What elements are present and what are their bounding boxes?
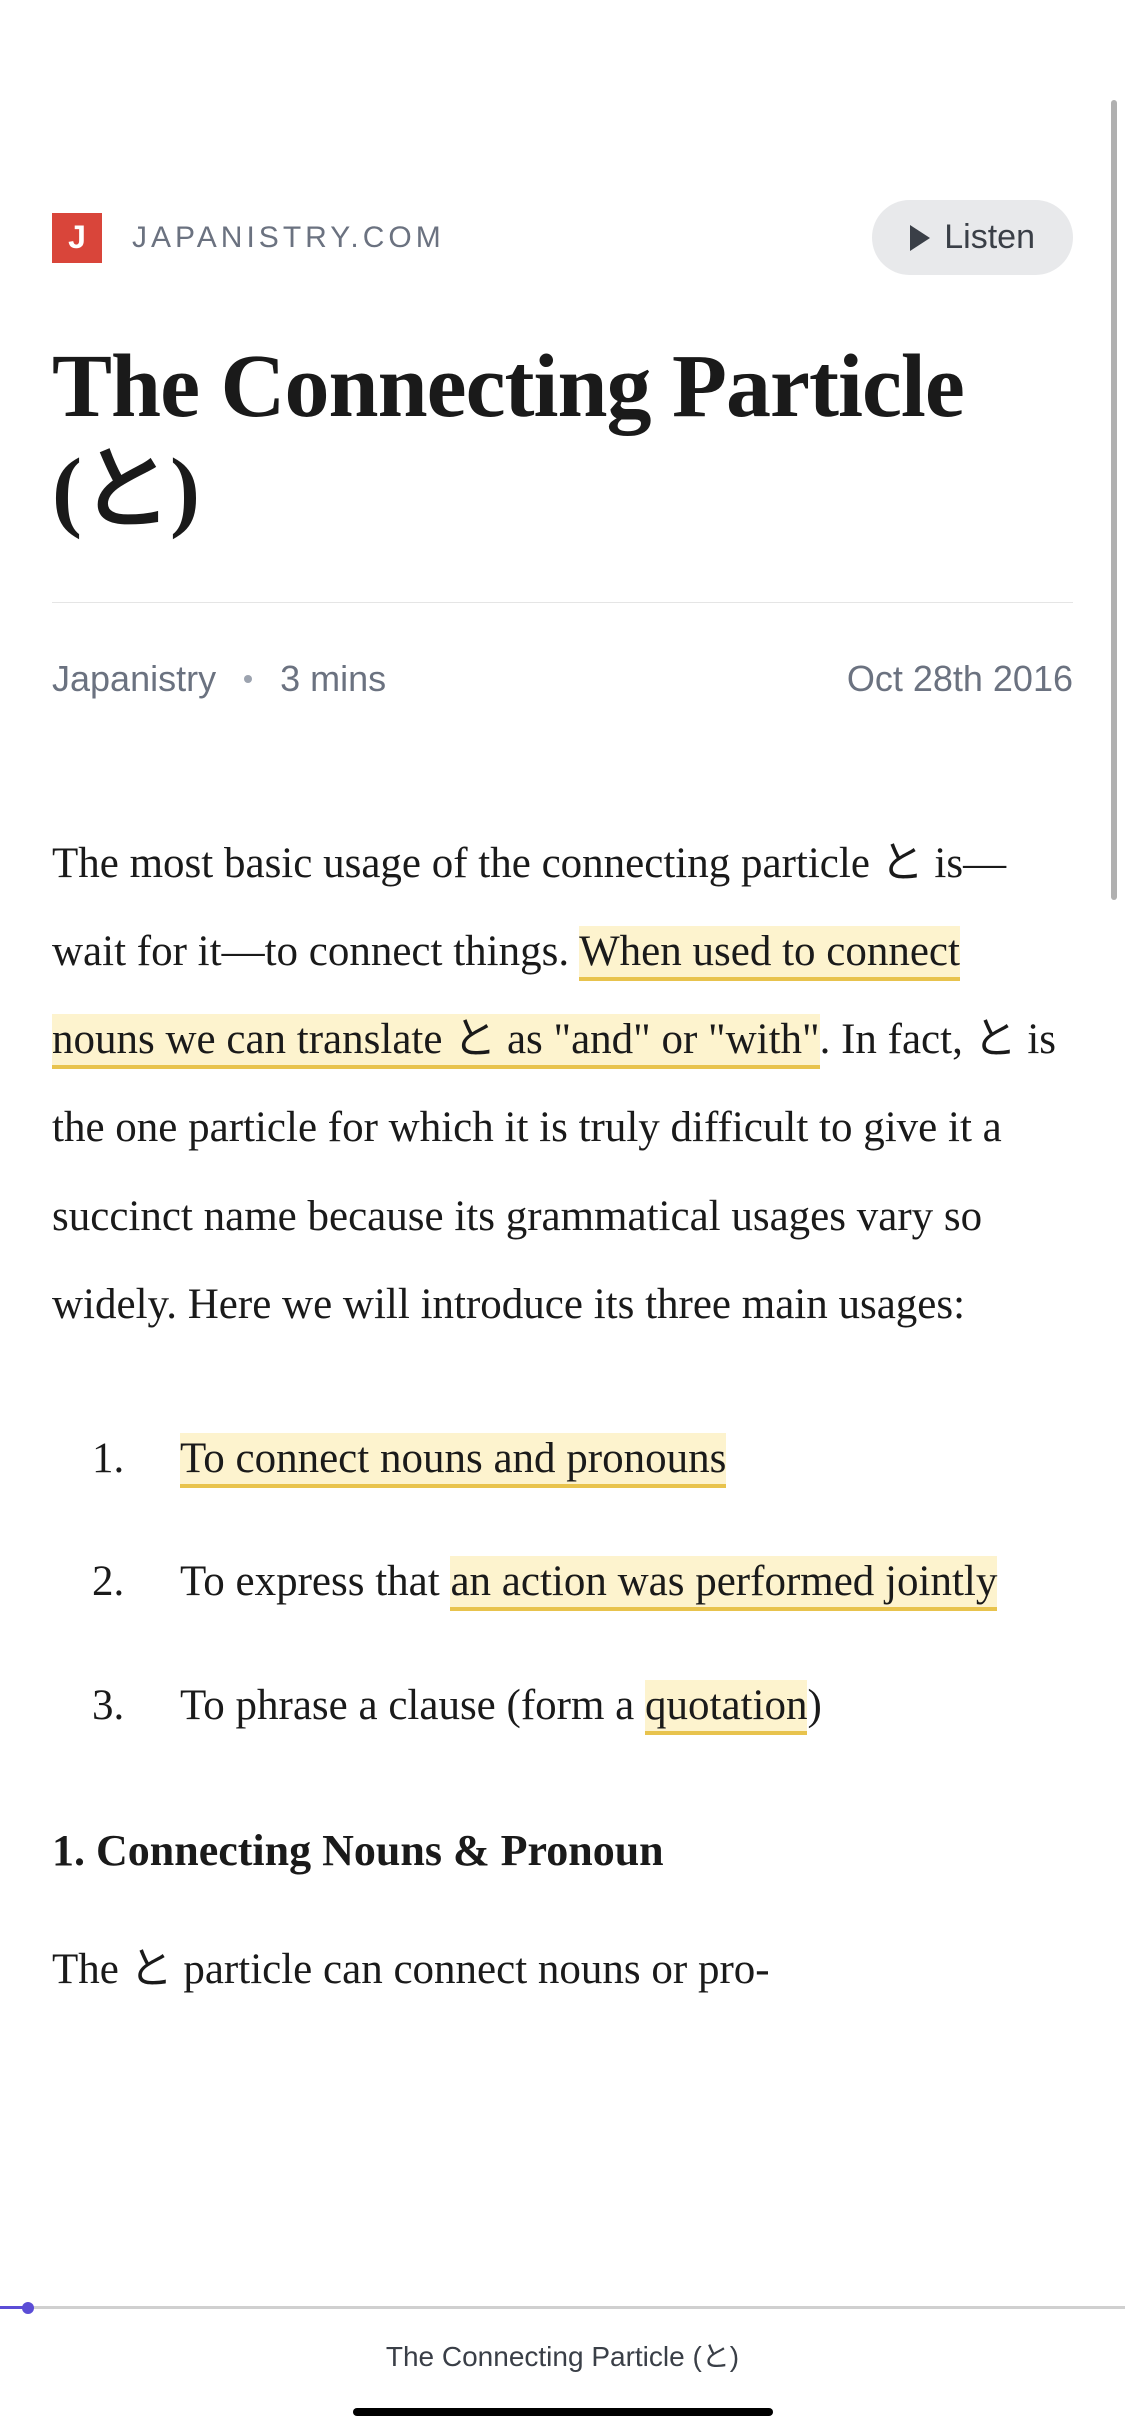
highlight[interactable]: quotation — [645, 1680, 807, 1735]
publish-date: Oct 28th 2016 — [847, 658, 1073, 700]
list-item: 1. To connect nouns and pronouns — [92, 1419, 1073, 1499]
author-name: Japanistry — [52, 658, 216, 700]
text-run: To express that — [180, 1558, 450, 1605]
section-heading: 1. Connecting Nouns & Pronoun — [52, 1825, 1073, 1876]
progress-track[interactable] — [0, 2306, 1125, 2309]
highlight[interactable]: To connect nouns and pronouns — [180, 1433, 726, 1488]
highlight[interactable]: an action was performed jointly — [450, 1556, 997, 1611]
list-number: 1. — [92, 1419, 132, 1499]
play-icon — [910, 225, 930, 251]
listen-button[interactable]: Listen — [872, 200, 1073, 275]
article-meta: Japanistry 3 mins Oct 28th 2016 — [52, 658, 1073, 700]
text-run: The と particle can connect nouns or pro- — [52, 1946, 770, 1993]
site-name: JAPANISTRY.COM — [132, 221, 445, 255]
list-number: 2. — [92, 1542, 132, 1622]
meta-separator — [244, 675, 252, 683]
article-header: J JAPANISTRY.COM Listen — [52, 200, 1073, 275]
bottom-title: The Connecting Particle (と) — [386, 2335, 739, 2375]
list-number: 3. — [92, 1666, 132, 1746]
paragraph: The と particle can connect nouns or pro- — [52, 1926, 1073, 2014]
divider — [52, 602, 1073, 603]
text-run: To phrase a clause (form a — [180, 1682, 645, 1729]
scrollbar[interactable] — [1111, 100, 1117, 900]
progress-fill — [0, 2306, 28, 2309]
paragraph: The most basic usage of the connecting p… — [52, 820, 1073, 1349]
site-logo: J — [52, 213, 102, 263]
read-time: 3 mins — [280, 658, 386, 700]
article-title: The Connecting Particle (と) — [52, 335, 1073, 542]
list-item: 2. To express that an action was perform… — [92, 1542, 1073, 1622]
progress-thumb[interactable] — [22, 2302, 34, 2314]
bottom-bar: The Connecting Particle (と) — [0, 2306, 1125, 2436]
site-identity[interactable]: J JAPANISTRY.COM — [52, 213, 445, 263]
list-item: 3. To phrase a clause (form a quotation) — [92, 1666, 1073, 1746]
home-indicator[interactable] — [353, 2408, 773, 2416]
listen-label: Listen — [944, 218, 1035, 257]
usage-list: 1. To connect nouns and pronouns 2. To e… — [52, 1419, 1073, 1746]
text-run: ) — [807, 1682, 821, 1729]
